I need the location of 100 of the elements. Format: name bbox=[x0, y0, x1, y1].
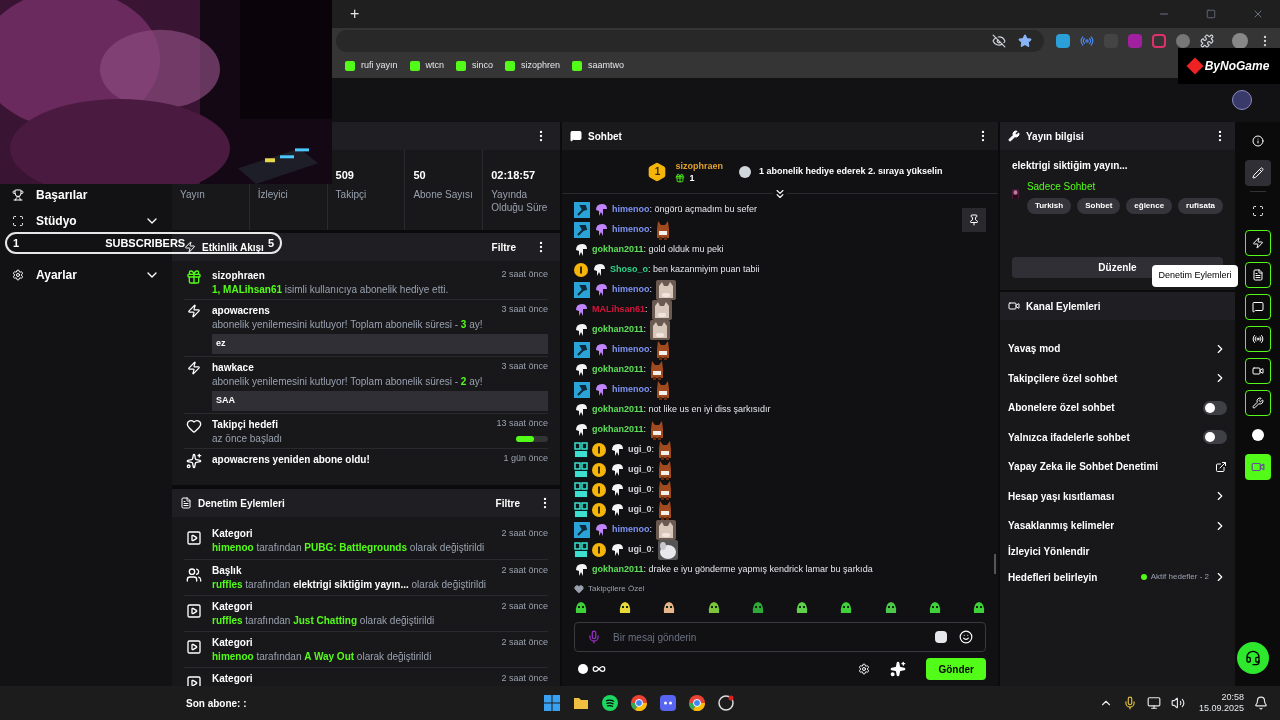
chat-app-icon[interactable] bbox=[660, 695, 676, 711]
star-badge-icon[interactable] bbox=[890, 661, 907, 677]
rail-button[interactable] bbox=[1244, 358, 1271, 384]
message-field[interactable]: Bir mesaj gönderin bbox=[574, 622, 986, 652]
tag-chip[interactable]: Sohbet bbox=[1077, 198, 1121, 214]
rail-button[interactable] bbox=[1244, 294, 1271, 320]
eye-off-icon[interactable] bbox=[992, 34, 1006, 48]
bookmark-link[interactable]: sinco bbox=[456, 59, 494, 73]
app-icon[interactable] bbox=[718, 695, 734, 711]
chat-username[interactable]: himenoo bbox=[612, 343, 650, 357]
chat-username[interactable]: MALihsan61 bbox=[592, 303, 645, 317]
user-avatar[interactable] bbox=[1232, 90, 1252, 110]
address-field[interactable] bbox=[336, 30, 1044, 52]
filter-button[interactable]: Filtre bbox=[491, 239, 516, 255]
chat-username[interactable]: ugi_0 bbox=[628, 443, 652, 457]
extension-icon[interactable] bbox=[935, 631, 947, 643]
category-link[interactable]: Sadece Sohbet bbox=[1026, 179, 1223, 194]
filter-button[interactable]: Filtre bbox=[495, 495, 520, 511]
tag-chip[interactable]: eğlence bbox=[1126, 198, 1173, 214]
action-row[interactable]: Yasaklanmış kelimeler bbox=[1008, 511, 1227, 541]
action-row[interactable]: Yalnızca ifadelerle sohbet bbox=[1008, 422, 1227, 452]
chat-username[interactable]: gokhan2011 bbox=[592, 323, 644, 337]
monitor-icon[interactable] bbox=[1146, 696, 1161, 710]
emote-icon[interactable] bbox=[706, 601, 721, 615]
rail-button[interactable] bbox=[1244, 230, 1271, 256]
action-row[interactable]: Yapay Zeka ile Sohbet Denetimi bbox=[1008, 452, 1227, 482]
chat-username[interactable]: gokhan2011 bbox=[592, 423, 644, 437]
emote-icon[interactable] bbox=[927, 601, 942, 615]
sidebar-item[interactable]: Ayarlar bbox=[36, 266, 132, 284]
bell-icon[interactable] bbox=[1254, 696, 1268, 710]
chat-username[interactable]: ugi_0 bbox=[628, 483, 652, 497]
event-message: SAA bbox=[212, 391, 548, 411]
browser-icon[interactable] bbox=[631, 695, 647, 711]
mic-icon[interactable] bbox=[1122, 696, 1137, 710]
action-row[interactable]: Takipçilere özel sohbet bbox=[1008, 363, 1227, 393]
pin-button[interactable] bbox=[962, 208, 986, 232]
rail-button[interactable] bbox=[1244, 390, 1271, 416]
settings-icon[interactable] bbox=[858, 663, 871, 675]
action-row[interactable]: Yavaş mod bbox=[1008, 334, 1227, 364]
send-button[interactable]: Gönder bbox=[926, 658, 986, 680]
bookmark-link[interactable]: sizophren bbox=[505, 59, 561, 73]
emote-icon[interactable] bbox=[883, 601, 898, 615]
clock-time[interactable]: 20:58 bbox=[1221, 692, 1244, 703]
emote-icon[interactable] bbox=[574, 601, 588, 615]
browser-icon[interactable] bbox=[689, 695, 705, 711]
action-row[interactable]: İzleyici Yönlendir bbox=[1008, 540, 1227, 563]
emote-icon[interactable] bbox=[750, 601, 765, 615]
goals-status: Aktif hedefler - 2 bbox=[1150, 571, 1209, 584]
emote-icon[interactable] bbox=[795, 601, 810, 615]
bookmark-link[interactable]: wtcn bbox=[409, 59, 445, 73]
chat-username[interactable]: himenoo bbox=[612, 223, 650, 237]
close-icon[interactable] bbox=[1252, 8, 1264, 20]
puzzle-icon[interactable] bbox=[1200, 34, 1214, 48]
rail-button[interactable] bbox=[1244, 454, 1271, 480]
signal-icon[interactable] bbox=[1080, 34, 1094, 48]
chat-username[interactable]: gokhan2011 bbox=[592, 403, 644, 417]
toggle-switch[interactable] bbox=[1203, 430, 1227, 445]
event-title: Takipçi hedefi bbox=[212, 417, 278, 432]
dots-icon[interactable] bbox=[578, 664, 588, 674]
action-row[interactable]: Hedefleri belirleyin Aktif hedefler - 2 bbox=[1008, 562, 1227, 592]
chat-username[interactable]: Shoso_o bbox=[610, 263, 648, 277]
action-row[interactable]: Abonelere özel sohbet bbox=[1008, 393, 1227, 423]
tag-chip[interactable]: rufisata bbox=[1178, 198, 1223, 214]
trophy-icon bbox=[12, 189, 24, 201]
tag-chip[interactable]: Turkish bbox=[1026, 198, 1072, 214]
bookmark-link[interactable]: rufi yayın bbox=[345, 59, 398, 73]
jellyfish-badge-icon bbox=[574, 423, 588, 437]
profile-avatar[interactable] bbox=[1232, 33, 1248, 49]
chat-username[interactable]: himenoo bbox=[612, 383, 650, 397]
chat-username[interactable]: himenoo bbox=[612, 523, 650, 537]
star-icon[interactable] bbox=[1018, 34, 1032, 48]
heart-icon bbox=[574, 584, 584, 594]
action-row[interactable]: Hesap yaşı kısıtlaması bbox=[1008, 481, 1227, 511]
chat-username[interactable]: gokhan2011 bbox=[592, 563, 644, 577]
clock-date[interactable]: 15.09.2025 bbox=[1198, 703, 1244, 714]
chat-username[interactable]: ugi_0 bbox=[628, 543, 652, 557]
music-app-icon[interactable] bbox=[602, 695, 618, 711]
volume-icon[interactable] bbox=[1170, 696, 1185, 710]
sidebar-item[interactable]: Stüdyo bbox=[36, 212, 132, 230]
emote-icon[interactable] bbox=[618, 601, 633, 615]
sidebar-item[interactable]: Başarılar bbox=[36, 186, 160, 204]
new-tab-button[interactable]: + bbox=[346, 6, 364, 22]
toggle-switch[interactable] bbox=[1203, 400, 1227, 415]
chat-username[interactable]: himenoo bbox=[612, 203, 650, 217]
emote-icon[interactable] bbox=[971, 601, 986, 615]
emote-icon[interactable] bbox=[662, 601, 677, 615]
emote-icon[interactable] bbox=[839, 601, 854, 615]
bookmark-link[interactable]: saamtwo bbox=[572, 59, 625, 73]
chat-username[interactable]: gokhan2011 bbox=[592, 243, 644, 257]
chat-username[interactable]: gokhan2011 bbox=[592, 363, 644, 377]
rail-button[interactable] bbox=[1244, 160, 1271, 186]
folder-icon[interactable] bbox=[573, 695, 589, 711]
chat-username[interactable]: himenoo bbox=[612, 283, 650, 297]
chat-username[interactable]: ugi_0 bbox=[628, 503, 652, 517]
chat-username[interactable]: ugi_0 bbox=[628, 463, 652, 477]
support-button[interactable] bbox=[1237, 642, 1269, 674]
message-input[interactable]: Bir mesaj gönderin bbox=[613, 629, 923, 645]
rail-button[interactable] bbox=[1244, 326, 1271, 352]
chat-message: : drake e iyu gönderme yapmış kendrick lamar bu şarkıda bbox=[643, 563, 873, 577]
emoji-icon[interactable] bbox=[959, 630, 973, 644]
